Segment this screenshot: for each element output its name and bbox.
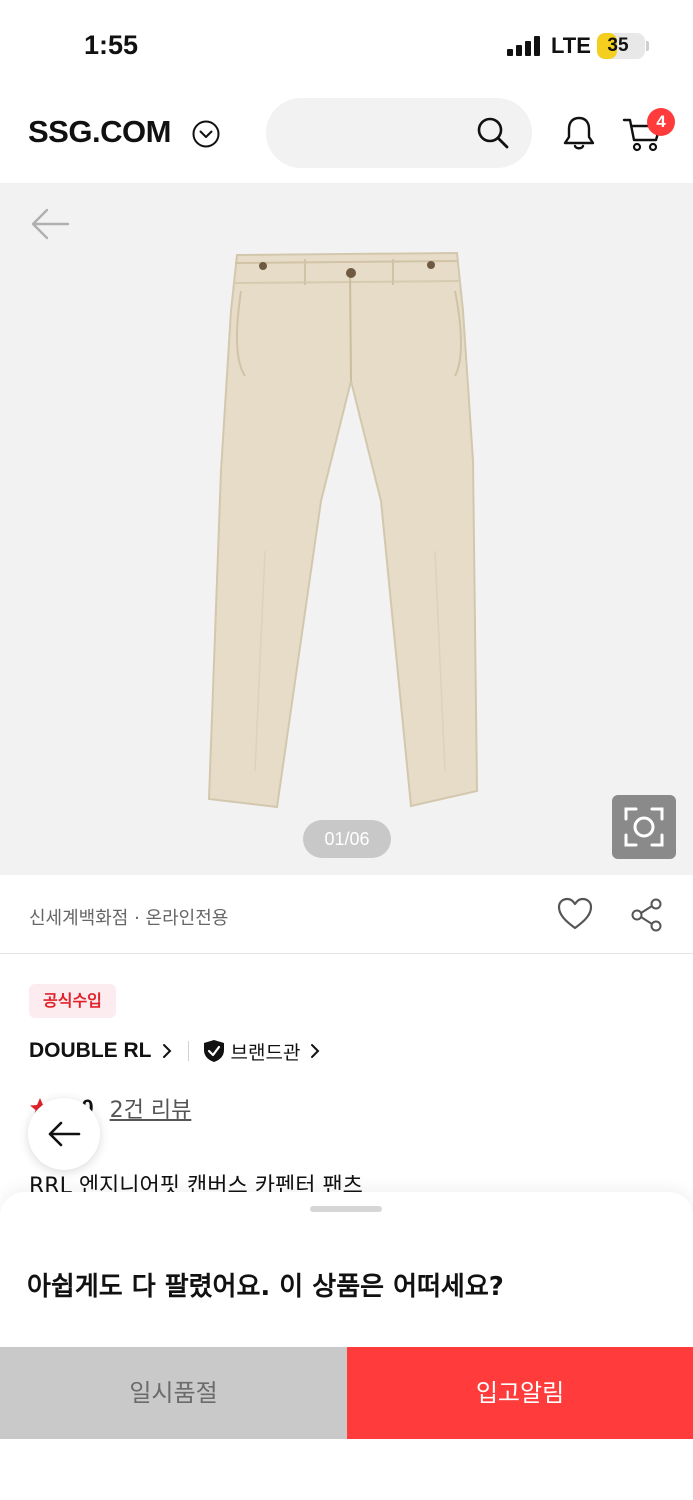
signal-icon [507,36,540,56]
back-arrow-icon[interactable] [30,207,70,241]
soldout-bottom-sheet: 아쉽게도 다 팔렸어요. 이 상품은 어떠세요? 일시품절 입고알림 [0,1192,693,1500]
divider [187,1041,189,1061]
ssg-logo[interactable]: SSG.COM [28,114,171,150]
top-header: SSG.COM [0,92,693,182]
sheet-title: 아쉽게도 다 팔렸어요. 이 상품은 어떠세요? [27,1272,504,1302]
lens-search-icon [624,807,664,847]
brand-name-link[interactable]: DOUBLE RL [29,1039,152,1063]
chevron-right-icon [311,1044,320,1058]
battery-icon: 35 [597,33,645,59]
cart-count-badge: 4 [647,108,675,136]
lens-search-button[interactable] [612,795,676,859]
store-label: 신세계백화점 · 온라인전용 [29,908,229,929]
search-icon[interactable] [476,116,510,150]
product-photo-pants [207,251,479,809]
restock-alert-button[interactable]: 입고알림 [347,1347,693,1439]
shield-check-icon [203,1040,224,1062]
chevron-down-icon[interactable] [192,120,220,148]
chevron-right-icon [162,1044,171,1058]
store-row: 신세계백화점 · 온라인전용 [0,876,693,954]
review-count-link[interactable]: 2건 리뷰 [110,1092,192,1124]
sheet-drag-handle[interactable] [310,1206,382,1212]
battery-cap [646,41,649,51]
battery-level: 35 [607,35,629,56]
share-icon[interactable] [630,898,664,932]
floating-back-button[interactable] [28,1098,100,1170]
brand-row: DOUBLE RL 브랜드관 [29,1036,322,1066]
bell-icon[interactable] [560,114,598,152]
official-import-badge: 공식수입 [29,984,116,1018]
temporarily-soldout-button[interactable]: 일시품절 [0,1347,347,1439]
back-arrow-icon [48,1121,81,1147]
brand-shop-link[interactable]: 브랜드관 [231,1038,301,1065]
status-time: 1:55 [84,30,139,60]
product-image-carousel[interactable]: 01/06 [0,183,693,875]
heart-icon[interactable] [556,896,594,932]
network-label: LTE [551,33,591,58]
image-counter: 01/06 [303,820,391,858]
sheet-bottom-area [0,1439,693,1500]
status-bar: 1:55 LTE 35 [0,0,693,92]
